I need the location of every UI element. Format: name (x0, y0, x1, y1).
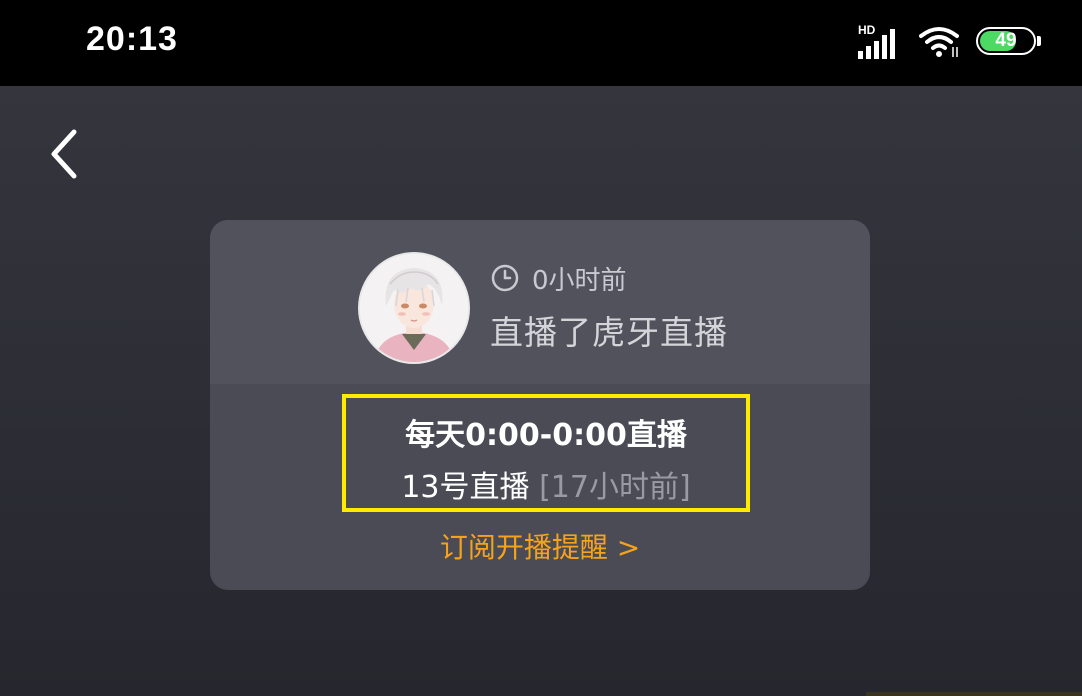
wifi-icon (919, 27, 959, 57)
streamed-text: 直播了虎牙直播 (490, 313, 728, 352)
back-button[interactable] (40, 126, 90, 182)
subscribe-reminder-link[interactable]: 订阅开播提醒 > (210, 526, 870, 566)
schedule-highlight-box: 每天0:00-0:00直播 13号直播 [17小时前] (342, 394, 750, 512)
network-type-label: HD (858, 23, 876, 37)
last-live-label: 13号直播 (401, 470, 530, 505)
bottom-edge-strip (866, 692, 1082, 696)
status-time: 20:13 (86, 20, 178, 58)
live-info-card: 0小时前 直播了虎牙直播 每天0:00-0:00直播 13号直播 [17小时前]… (210, 220, 870, 590)
clock-icon (491, 264, 519, 292)
chevron-left-icon (51, 129, 77, 179)
avatar[interactable] (358, 252, 470, 364)
avatar-image (360, 254, 468, 362)
schedule-title: 每天0:00-0:00直播 (405, 418, 687, 453)
battery-icon: 49 (976, 27, 1042, 57)
main-area: 0小时前 直播了虎牙直播 每天0:00-0:00直播 13号直播 [17小时前]… (0, 86, 1082, 696)
signal-icon: HD (858, 23, 902, 59)
last-live-ago: [17小时前] (539, 470, 691, 505)
time-ago-label: 0小时前 (532, 265, 627, 296)
status-bar: 20:13 HD 49 (0, 0, 1082, 86)
time-row: 0小时前 (490, 260, 627, 296)
status-icons: HD 49 (858, 22, 1042, 62)
battery-level: 49 (995, 30, 1017, 51)
last-live-row: 13号直播 [17小时前] (346, 462, 746, 506)
card-header: 0小时前 直播了虎牙直播 (210, 220, 870, 384)
